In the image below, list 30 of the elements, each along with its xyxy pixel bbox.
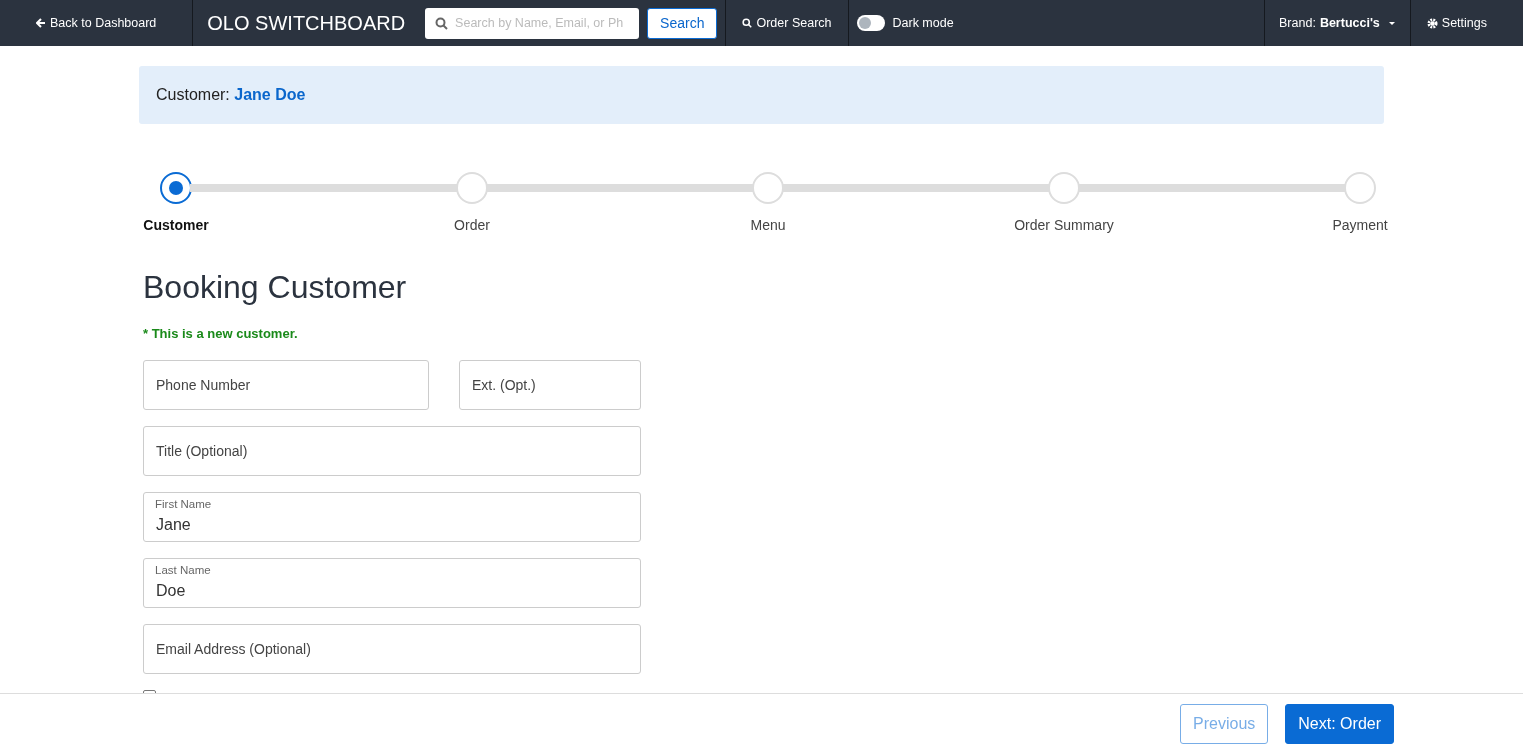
brand-dropdown[interactable]: Brand: Bertucci's [1279, 16, 1396, 30]
customer-banner: Customer: Jane Doe [139, 66, 1384, 124]
input-field[interactable]: Email Address (Optional) [143, 624, 641, 674]
input-field[interactable]: Title (Optional) [143, 426, 641, 476]
order-search-link[interactable]: Order Search [742, 16, 832, 30]
settings-link[interactable]: Settings [1426, 16, 1487, 30]
arrow-left-icon [36, 18, 46, 28]
step-label: Customer [143, 217, 209, 233]
search-icon [742, 18, 753, 28]
next-button[interactable]: Next: Order [1285, 703, 1394, 744]
step-marker[interactable] [160, 172, 192, 204]
input-field[interactable]: Ext. (Opt.) [459, 360, 641, 410]
search-icon [435, 16, 449, 30]
new-customer-notice: * This is a new customer. [143, 326, 299, 341]
page-heading: Booking Customer [143, 269, 408, 306]
app-title: OLO SWITCHBOARD [207, 11, 406, 35]
caret-icon [1387, 20, 1396, 26]
back-link[interactable]: Back to Dashboard [36, 16, 157, 30]
settings-icon [1426, 17, 1438, 29]
input-field[interactable]: Phone Number [143, 360, 429, 410]
step-label: Order [454, 217, 490, 233]
dark-mode-toggle[interactable] [856, 15, 885, 31]
step-label: Order Summary [1014, 217, 1114, 233]
step-label: Payment [1332, 217, 1388, 233]
search-field[interactable]: Search by Name, Email, or Ph [425, 7, 640, 39]
step-label: Menu [750, 217, 786, 233]
toggle-label: Dark mode [892, 16, 954, 30]
field-label: First Name [155, 498, 212, 510]
field-label: Last Name [155, 564, 211, 576]
search-button[interactable]: Search [647, 7, 718, 39]
